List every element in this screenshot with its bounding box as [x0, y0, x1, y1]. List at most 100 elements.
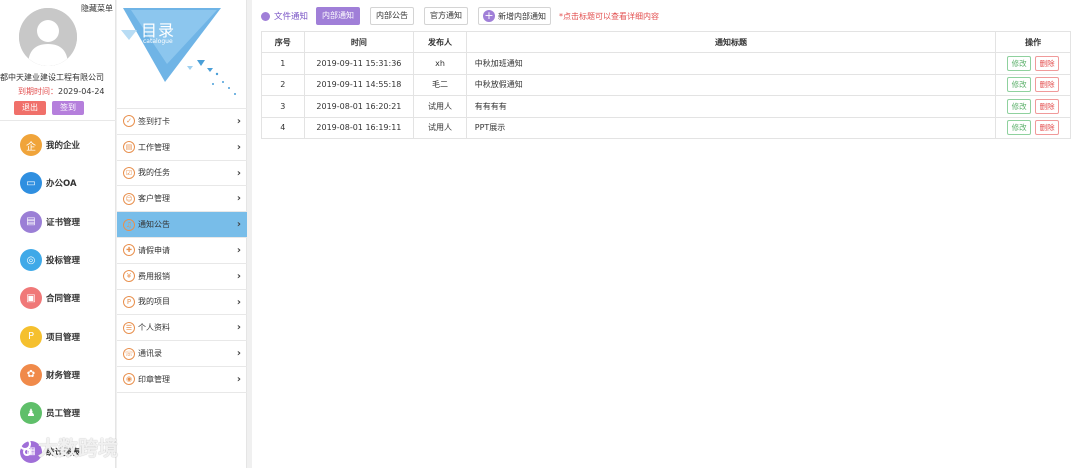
sidebar-item-label: 财务管理	[46, 370, 81, 381]
left-sidebar: 隐藏菜单 都中天建业建设工程有限公司 到期时间：2029-04-24 退出 签到…	[0, 0, 116, 468]
sidebar-item-5[interactable]: P 项目管理	[0, 317, 116, 355]
plus-icon: +	[483, 9, 496, 22]
chevron-right-icon: ›	[236, 270, 241, 282]
submenu-item-0[interactable]: ✓ 签到打卡 ›	[117, 108, 247, 134]
catalog-panel: 目录 catalogue ✓ 签到打卡 › ▤ 工作管理 › ☑ 我的任务 › ☺ 客户管理 › ♫ 通知…	[117, 0, 247, 468]
chevron-right-icon: ›	[236, 296, 241, 308]
header-actions: 操作	[995, 30, 1071, 54]
certificate-icon: ▤	[20, 210, 42, 233]
submenu-item-label: 个人资料	[138, 323, 170, 333]
tab-internal-notice[interactable]: 内部通知	[316, 7, 361, 25]
sidebar-item-3[interactable]: ◎ 投标管理	[0, 241, 116, 279]
cell-title[interactable]: 有有有有	[465, 95, 997, 118]
cell-no: 4	[261, 116, 305, 139]
company-name: 都中天建业建设工程有限公司	[0, 73, 104, 82]
catalog-header: 目录 catalogue	[117, 0, 247, 110]
cell-time: 2019-09-11 15:31:36	[303, 52, 415, 75]
sidebar-item-4[interactable]: ▣ 合同管理	[0, 279, 116, 317]
sidebar-item-2[interactable]: ▤ 证书管理	[0, 203, 116, 241]
submenu-item-label: 签到打卡	[138, 116, 170, 126]
delete-button[interactable]: 删除	[1035, 120, 1060, 136]
profile-icon: ☰	[123, 321, 135, 334]
logout-button[interactable]: 退出	[14, 101, 46, 115]
seal-icon: ◉	[123, 373, 135, 386]
table-body: 1 2019-09-11 15:31:36 xh 中秋加班通知 修改 删除 2 2019-09…	[261, 52, 1071, 139]
avatar[interactable]	[19, 8, 77, 66]
submenu-list: ✓ 签到打卡 › ▤ 工作管理 › ☑ 我的任务 › ☺ 客户管理 › ♫ 通知公告 › ✚ 请假申请 › ¥ 费用报…	[117, 108, 247, 393]
chevron-right-icon: ›	[236, 116, 241, 127]
submenu-item-8[interactable]: ☰ 个人资料 ›	[117, 314, 247, 340]
sidebar-item-0[interactable]: 企我的企业	[0, 126, 116, 164]
sidebar-item-label: 办公OA	[46, 179, 77, 190]
add-internal-notice-button[interactable]: + 新增内部通知	[478, 7, 552, 25]
chevron-right-icon: ›	[236, 219, 241, 231]
sidebar-item-1[interactable]: ▭ 办公OA	[0, 164, 116, 202]
submenu-item-5[interactable]: ✚ 请假申请 ›	[117, 236, 247, 263]
edit-button[interactable]: 修改	[1007, 98, 1032, 114]
monitor-icon: ▭	[20, 172, 42, 195]
table-row: 4 2019-08-01 16:19:11 试用人 PPT展示 修改 删除	[261, 116, 1071, 139]
sidebar-item-7[interactable]: ♟ 员工管理	[0, 394, 116, 432]
submenu-item-2[interactable]: ☑ 我的任务 ›	[117, 159, 247, 186]
submenu-item-10[interactable]: ◉ 印章管理 ›	[117, 365, 247, 392]
sidebar-item-label: 我的企业	[46, 141, 81, 152]
delete-button[interactable]: 删除	[1035, 77, 1060, 93]
file-notice-link[interactable]: 文件通知	[274, 10, 308, 22]
tab-internal-announcement[interactable]: 内部公告	[370, 7, 415, 25]
submenu-item-label: 请假申请	[138, 245, 170, 255]
header-publisher: 发布人	[413, 30, 467, 54]
chevron-right-icon: ›	[236, 373, 241, 385]
cell-no: 3	[261, 95, 305, 118]
sidebar-item-6[interactable]: ✿ 财务管理	[0, 356, 116, 394]
submenu-item-9[interactable]: ☏ 通讯录 ›	[117, 340, 247, 366]
cell-publisher: 毛二	[413, 73, 467, 97]
sidebar-divider	[0, 120, 116, 121]
cell-title[interactable]: 中秋加班通知	[465, 52, 997, 75]
sidebar-item-label: 证书管理	[46, 217, 81, 228]
edit-button[interactable]: 修改	[1007, 77, 1032, 93]
table-row: 3 2019-08-01 16:20:21 试用人 有有有有 修改 删除	[261, 95, 1071, 118]
chevron-right-icon: ›	[236, 193, 241, 205]
cell-no: 2	[261, 73, 305, 97]
main-nav: 企我的企业 ▭ 办公OA ▤ 证书管理 ◎ 投标管理 ▣ 合同管理 P 项目管理 ✿ 财务管理 ♟ 员工管理…	[0, 126, 116, 468]
cell-publisher: 试用人	[413, 116, 467, 139]
submenu-item-1[interactable]: ▤ 工作管理 ›	[117, 133, 247, 160]
expire-info: 到期时间：2029-04-24	[18, 86, 105, 97]
submenu-item-label: 印章管理	[138, 374, 170, 384]
submenu-item-7[interactable]: P 我的项目 ›	[117, 288, 247, 315]
sign-in-button[interactable]: 签到	[52, 101, 84, 115]
sidebar-item-label: 投标管理	[46, 256, 81, 267]
sidebar-item-label: 项目管理	[46, 332, 81, 343]
cell-actions: 修改 删除	[995, 52, 1071, 75]
sidebar-item-label: 员工管理	[46, 409, 81, 420]
submenu-item-4[interactable]: ♫ 通知公告 ›	[117, 211, 247, 237]
submenu-item-3[interactable]: ☺ 客户管理 ›	[117, 185, 247, 211]
cell-actions: 修改 删除	[995, 73, 1071, 97]
submenu-item-label: 通知公告	[138, 220, 170, 230]
checkin-icon: ✓	[123, 115, 135, 128]
edit-button[interactable]: 修改	[1007, 56, 1032, 72]
tab-official-notice[interactable]: 官方通知	[424, 7, 469, 25]
cell-time: 2019-09-11 14:55:18	[303, 73, 415, 97]
submenu-bottom-divider	[117, 391, 247, 393]
submenu-item-6[interactable]: ¥ 费用报销 ›	[117, 262, 247, 289]
target-icon: ◎	[20, 249, 42, 272]
avatar-placeholder-icon	[19, 8, 77, 66]
cell-publisher: 试用人	[413, 95, 467, 118]
main-content: 文件通知 内部通知 内部公告 官方通知 + 新增内部通知 *点击标题可以查看详细…	[252, 0, 1080, 468]
submenu-item-label: 工作管理	[138, 142, 170, 152]
bell-icon: ♫	[123, 218, 135, 231]
catalog-triangle-graphic	[121, 8, 236, 95]
customer-icon: ☺	[123, 192, 135, 205]
add-internal-notice-label: 新增内部通知	[498, 11, 547, 21]
watermark-text: 大数跨境	[38, 436, 118, 460]
chevron-right-icon: ›	[236, 244, 241, 256]
cell-title[interactable]: 中秋放假通知	[465, 73, 997, 97]
app-root: 隐藏菜单 都中天建业建设工程有限公司 到期时间：2029-04-24 退出 签到…	[0, 0, 1080, 468]
hide-menu-link[interactable]: 隐藏菜单	[81, 3, 113, 14]
edit-button[interactable]: 修改	[1007, 120, 1032, 136]
cell-title[interactable]: PPT展示	[465, 116, 997, 139]
delete-button[interactable]: 删除	[1035, 56, 1060, 72]
chevron-right-icon: ›	[236, 322, 241, 334]
delete-button[interactable]: 删除	[1035, 98, 1060, 114]
